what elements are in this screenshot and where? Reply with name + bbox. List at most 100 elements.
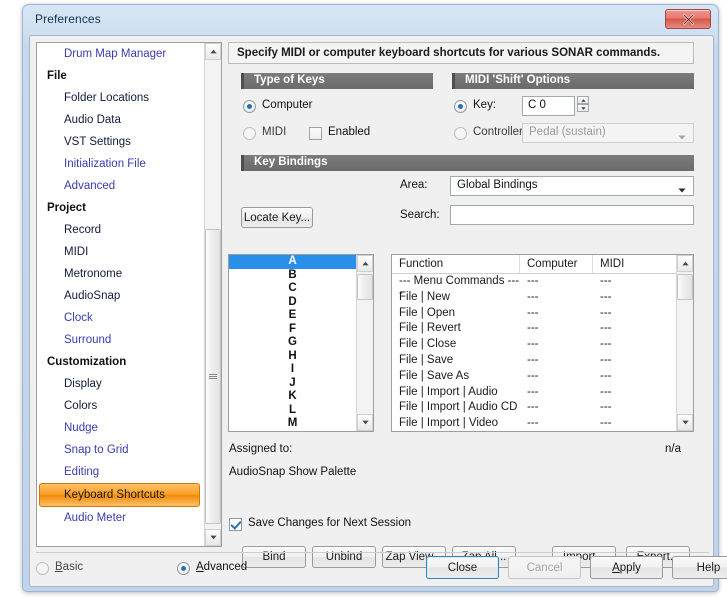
table-row[interactable]: --- Menu Commands ---- --- --- [392,274,676,299]
title-bar[interactable]: Preferences [23,5,718,35]
sidebar-item-nudge[interactable]: Nudge [37,417,204,439]
apply-label: Apply [612,561,641,574]
nav-category-customization: Customization [47,356,127,368]
key-list[interactable]: ABCDEFGHIJKLM [228,254,374,432]
sidebar-scrollbar[interactable] [204,43,221,546]
sidebar-item-vst-settings[interactable]: VST Settings [37,131,204,153]
help-button[interactable]: Help [672,556,727,579]
table-row[interactable]: File | New --- --- [392,290,676,306]
sidebar-item-surround[interactable]: Surround [37,329,204,351]
table-cell: --- [600,306,612,319]
sidebar-item-folder-locations[interactable]: Folder Locations [37,87,204,109]
scroll-down-icon[interactable] [357,414,373,431]
nav-category-project: Project [47,202,86,214]
table-row[interactable]: File | Revert --- --- [392,321,676,337]
function-grid-scroll-thumb[interactable] [677,274,693,300]
key-list-item[interactable]: K [229,390,356,404]
label-midi-shift-controller: Controller: [473,126,527,138]
radio-advanced[interactable] [177,562,190,575]
key-list-scroll-thumb[interactable] [357,274,373,300]
scroll-grip-icon [209,373,217,380]
locate-key-button[interactable]: Locate Key... [241,207,313,228]
scroll-up-icon[interactable] [677,255,693,272]
radio-basic[interactable] [36,562,49,575]
basic-accel-letter: B [55,561,63,573]
col-header-function: Function [392,255,520,273]
table-cell: --- [527,401,539,414]
sidebar-item-display[interactable]: Display [37,373,204,395]
key-list-item[interactable]: I [229,363,356,377]
col-header-midi: MIDI [600,258,625,270]
sidebar-item-advanced[interactable]: Advanced [37,175,204,197]
midi-shift-key-spinner[interactable] [577,96,589,112]
sidebar-item-snap-to-grid[interactable]: Snap to Grid [37,439,204,461]
area-select[interactable]: Global Bindings [450,176,694,196]
table-cell: --- [527,369,539,382]
checkbox-save-changes[interactable] [229,518,242,531]
sidebar-item-colors[interactable]: Colors [37,395,204,417]
key-list-scrollbar[interactable] [356,255,373,431]
sidebar-item-editing[interactable]: Editing [37,461,204,483]
sidebar-item-initialization-file[interactable]: Initialization File [37,153,204,175]
function-bindings-grid[interactable]: Function Computer MIDI --- Menu Commands… [391,254,694,432]
midi-shift-key-value[interactable]: C 0 [522,96,575,116]
midi-shift-controller-select[interactable]: Pedal (sustain) [522,123,694,143]
table-cell: --- [527,275,539,287]
table-row[interactable]: File | Import | Video --- --- [392,416,676,431]
key-list-item[interactable]: C [229,282,356,296]
sidebar-item-keyboard-shortcuts[interactable]: Keyboard Shortcuts [39,483,200,507]
key-list-item[interactable]: G [229,336,356,350]
assigned-detail-text: AudioSnap Show Palette [229,466,357,478]
sidebar-item-record[interactable]: Record [37,219,204,241]
key-list-item[interactable]: A [229,255,356,269]
sidebar-item-midi[interactable]: MIDI [37,241,204,263]
sidebar-item-audio-meter[interactable]: Audio Meter [37,507,204,529]
table-cell: --- [600,417,612,430]
sidebar-scroll-thumb[interactable] [205,229,221,524]
key-list-item[interactable]: E [229,309,356,323]
sidebar-item-clock[interactable]: Clock [37,307,204,329]
scroll-up-icon[interactable] [357,255,373,272]
sidebar-item-metronome[interactable]: Metronome [37,263,204,285]
apply-button[interactable]: Apply [590,556,663,579]
table-row[interactable]: File | Import | Audio CD --- --- [392,400,676,416]
radio-midi-shift-controller[interactable] [454,127,467,140]
key-list-item[interactable]: M [229,417,356,431]
assigned-to-value: n/a [665,443,681,455]
search-input[interactable] [450,205,694,225]
key-list-item[interactable]: J [229,377,356,391]
radio-midi-shift-key[interactable] [454,100,467,113]
key-list-item[interactable]: H [229,350,356,364]
radio-computer[interactable] [243,100,256,113]
label-save-changes: Save Changes for Next Session [248,517,412,529]
table-row[interactable]: File | Close --- --- [392,337,676,353]
sidebar-item-audio-data[interactable]: Audio Data [37,109,204,131]
scroll-up-icon[interactable] [205,43,221,60]
close-icon[interactable] [665,9,711,29]
checkbox-midi-enabled[interactable] [309,127,322,140]
key-list-item[interactable]: B [229,269,356,283]
function-grid-scrollbar[interactable] [676,255,693,431]
key-list-item[interactable]: D [229,296,356,310]
table-row[interactable]: File | Open --- --- [392,306,676,322]
key-list-item[interactable]: L [229,404,356,418]
sidebar-item-audiosnap[interactable]: AudioSnap [37,285,204,307]
advanced-accel-letter: A [196,561,204,573]
table-row[interactable]: File | Save --- --- [392,353,676,369]
radio-midi[interactable] [243,127,256,140]
scroll-down-icon[interactable] [677,414,693,431]
preferences-nav-list[interactable]: Drum Map Manager File Folder Locations Audi… [36,42,222,547]
spinner-down-icon[interactable] [577,104,589,112]
close-button[interactable]: Close [426,556,499,579]
chevron-down-icon [678,184,686,196]
spinner-up-icon[interactable] [577,96,589,104]
function-grid-header: Function Computer MIDI [392,255,676,274]
key-list-item[interactable]: F [229,323,356,337]
sidebar-item-drum-map-manager[interactable]: Drum Map Manager [37,43,204,65]
basic-label-rest: asic [62,561,84,573]
scroll-down-icon[interactable] [205,529,221,546]
group-header-midi-shift-options: MIDI 'Shift' Options [452,73,694,89]
area-select-value: Global Bindings [457,179,538,191]
table-row[interactable]: File | Save As --- --- [392,369,676,385]
table-row[interactable]: File | Import | Audio --- --- [392,385,676,401]
